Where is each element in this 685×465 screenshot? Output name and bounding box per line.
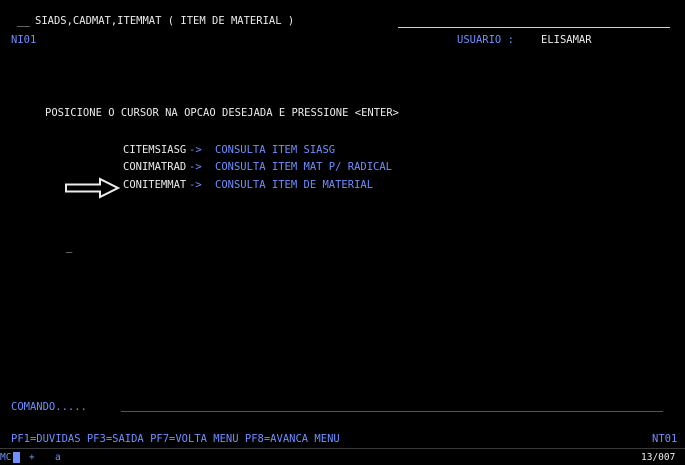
command-input-underline bbox=[121, 411, 663, 412]
title-underline bbox=[398, 27, 670, 28]
status-mode: a bbox=[55, 452, 61, 463]
option-arrow: -> bbox=[189, 144, 202, 156]
instruction-prompt: POSICIONE O CURSOR NA OPCAO DESEJADA E P… bbox=[45, 107, 400, 119]
footer-code: NT01 bbox=[652, 433, 678, 445]
status-divider bbox=[0, 448, 685, 449]
right-arrow-outline-icon bbox=[65, 177, 120, 199]
cursor-block bbox=[13, 452, 20, 463]
screen-id: NI01 bbox=[11, 34, 37, 46]
cursor-position: 13/007 bbox=[641, 452, 676, 463]
option-arrow: -> bbox=[189, 161, 202, 173]
option-description: CONSULTA ITEM MAT P/ RADICAL bbox=[215, 161, 393, 173]
status-marker: + bbox=[29, 452, 35, 463]
cursor-mark: _ bbox=[66, 241, 73, 253]
option-description: CONSULTA ITEM SIASG bbox=[215, 144, 336, 156]
screen-title: SIADS,CADMAT,ITEMMAT ( ITEM DE MATERIAL … bbox=[35, 15, 295, 27]
option-code[interactable]: CONITEMMAT bbox=[123, 179, 186, 192]
user-label: USUARIO : bbox=[457, 34, 521, 46]
option-code[interactable]: CONIMATRAD bbox=[123, 161, 186, 174]
status-session: MC bbox=[0, 452, 12, 463]
command-label: COMANDO..... bbox=[11, 401, 87, 413]
header-lead: __ bbox=[17, 15, 30, 27]
function-keys: PF1=DUVIDAS PF3=SAIDA PF7=VOLTA MENU PF8… bbox=[11, 433, 340, 445]
option-description: CONSULTA ITEM DE MATERIAL bbox=[215, 179, 374, 191]
option-code[interactable]: CITEMSIASG bbox=[123, 144, 186, 157]
option-arrow: -> bbox=[189, 179, 202, 191]
user-name: ELISAMAR bbox=[541, 34, 592, 46]
